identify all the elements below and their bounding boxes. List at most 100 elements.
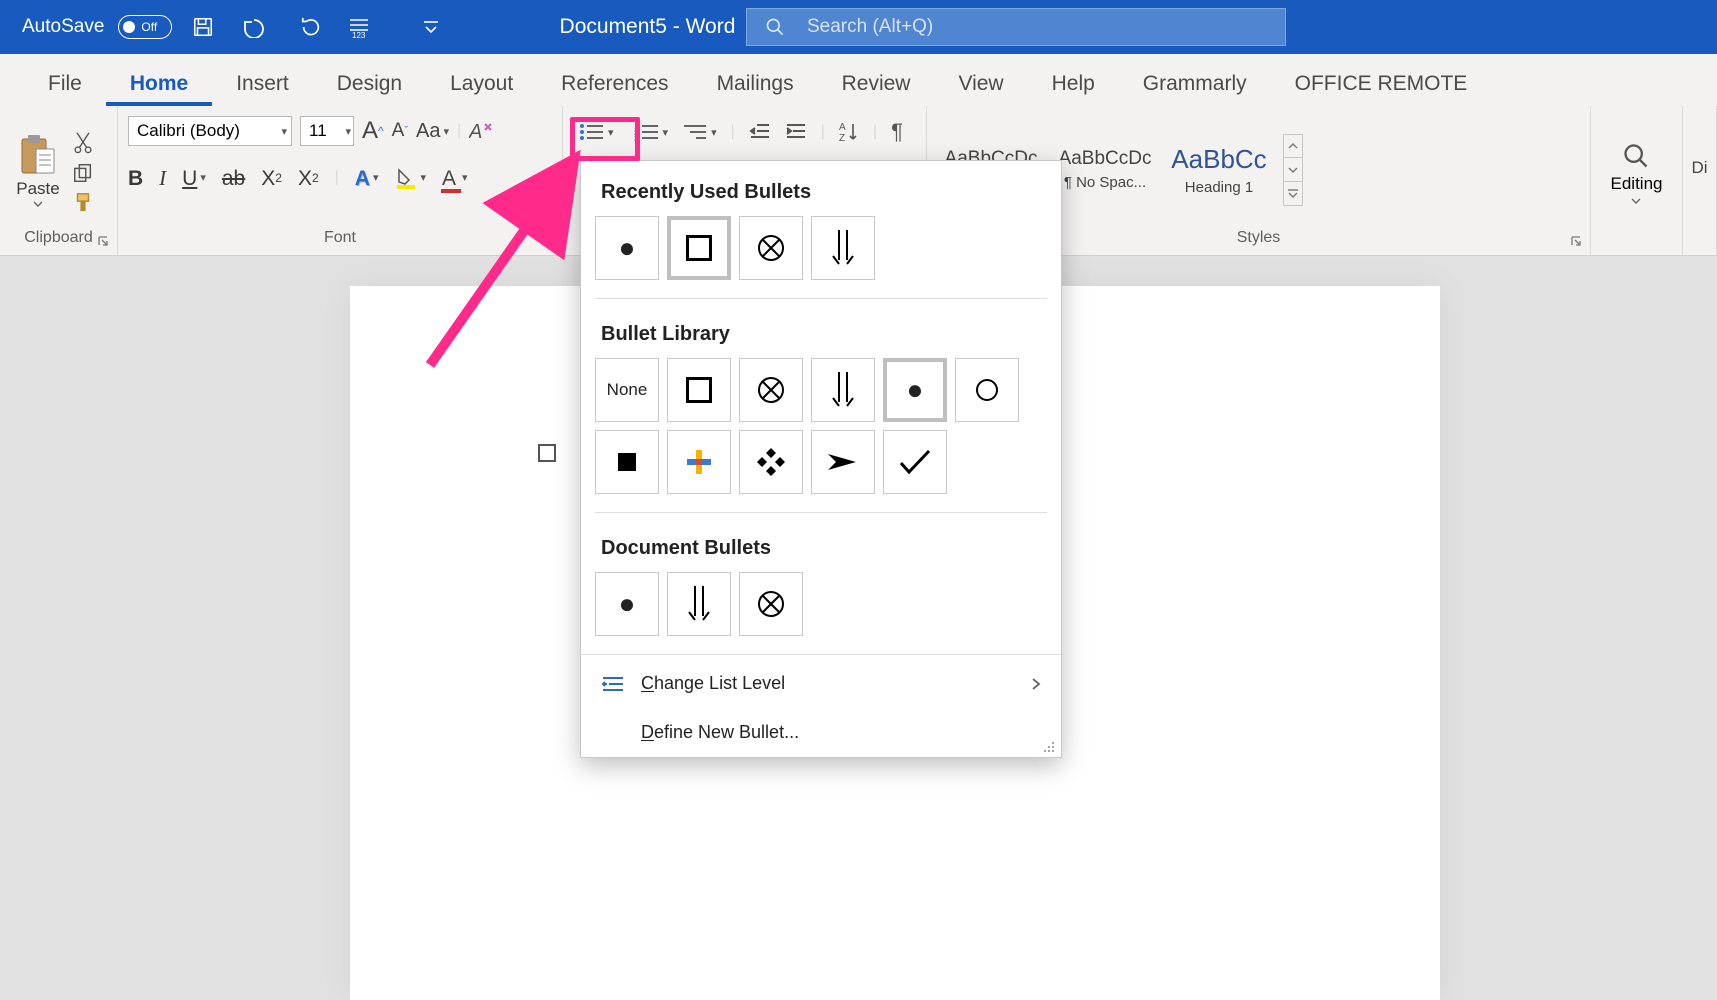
svg-text:3: 3 [634, 136, 638, 142]
svg-text:Z: Z [839, 133, 845, 143]
bullet-down-arrows[interactable] [667, 572, 731, 636]
tab-office-remote[interactable]: OFFICE REMOTE [1271, 62, 1492, 106]
bullet-four-diamonds[interactable] [739, 430, 803, 494]
font-name-select[interactable]: Calibri (Body) ▾ [128, 116, 292, 146]
redo-icon[interactable] [300, 16, 322, 38]
shrink-font-button[interactable]: Aˇ [392, 120, 408, 142]
format-painter-icon[interactable] [72, 191, 94, 215]
define-new-bullet-menu[interactable]: Define New Bullet... [581, 708, 1061, 757]
autosave-label: AutoSave [22, 16, 104, 38]
qat-customize-icon[interactable] [420, 16, 442, 38]
bullet-filled-circle[interactable]: ● [883, 358, 947, 422]
tab-insert[interactable]: Insert [212, 62, 313, 106]
style-no-spacing[interactable]: AaBbCcDc ¶ No Spac... [1051, 134, 1159, 206]
bullet-filled-circle[interactable]: ● [595, 216, 659, 280]
numbering-button[interactable]: 123 ▾ [634, 122, 669, 142]
style-heading-1[interactable]: AaBbCc Heading 1 [1165, 134, 1273, 206]
grow-font-button[interactable]: A^ [362, 117, 384, 145]
editing-group: Editing [1591, 106, 1683, 255]
bullet-hollow-square[interactable] [667, 216, 731, 280]
text-effects-button[interactable]: A▾ [355, 168, 379, 189]
tab-view[interactable]: View [934, 62, 1027, 106]
bullet-library-header: Bullet Library [581, 303, 1061, 358]
resize-grip-icon[interactable] [1043, 741, 1055, 753]
search-icon [1622, 142, 1650, 170]
bullet-down-arrows[interactable] [811, 358, 875, 422]
truncated-group: Di [1683, 106, 1717, 255]
subscript-button[interactable]: X2 [261, 168, 282, 189]
underline-button[interactable]: U▾ [182, 168, 206, 189]
font-group: Calibri (Body) ▾ 11 ▾ A^ Aˇ Aa▾ | A B I … [118, 106, 563, 255]
dialog-launcher-icon[interactable] [1570, 235, 1584, 249]
tab-mailings[interactable]: Mailings [693, 62, 818, 106]
quick-access-toolbar: 123 [192, 16, 442, 38]
bullets-dropdown-panel: Recently Used Bullets ● Bullet Library N… [580, 160, 1062, 758]
bullet-color-plus[interactable] [667, 430, 731, 494]
bullet-arrowhead[interactable] [811, 430, 875, 494]
autonum-icon[interactable]: 123 [348, 16, 376, 38]
save-icon[interactable] [192, 16, 214, 38]
clipboard-group-label: Clipboard [24, 229, 92, 247]
bullet-hollow-square[interactable] [667, 358, 731, 422]
undo-icon[interactable] [240, 16, 274, 38]
font-size-select[interactable]: 11 ▾ [300, 116, 354, 146]
bullets-button[interactable]: ▾ [573, 118, 620, 146]
tab-review[interactable]: Review [818, 62, 935, 106]
increase-indent-button[interactable] [785, 122, 807, 142]
list-level-icon [601, 675, 625, 693]
sort-button[interactable]: AZ [839, 121, 859, 143]
bullet-none[interactable]: None [595, 358, 659, 422]
tab-help[interactable]: Help [1028, 62, 1119, 106]
multilevel-list-button[interactable]: ▾ [682, 122, 717, 142]
tab-references[interactable]: References [537, 62, 692, 106]
document-title: Document5 - Word [560, 15, 736, 39]
superscript-button[interactable]: X2 [298, 168, 319, 189]
bullet-circle-x[interactable] [739, 216, 803, 280]
truncated-group-label[interactable]: Di [1691, 158, 1707, 178]
change-list-level-menu[interactable]: Change List Level [581, 659, 1061, 708]
autosave-toggle[interactable]: Off [118, 15, 172, 39]
change-case-button[interactable]: Aa▾ [416, 120, 449, 143]
highlight-button[interactable]: ▾ [395, 166, 427, 190]
ribbon-tabs: File Home Insert Design Layout Reference… [0, 54, 1717, 106]
title-bar: AutoSave Off 123 Document5 - Word Search… [0, 0, 1717, 54]
italic-button[interactable]: I [159, 168, 166, 189]
bullet-hollow-circle[interactable] [955, 358, 1019, 422]
bullet-circle-x[interactable] [739, 572, 803, 636]
decrease-indent-button[interactable] [749, 122, 771, 142]
show-marks-button[interactable]: ¶ [891, 119, 903, 145]
dialog-launcher-icon[interactable] [542, 235, 556, 249]
tab-layout[interactable]: Layout [426, 62, 537, 106]
bullet-down-arrows[interactable] [811, 216, 875, 280]
clipboard-group: Paste Clipboard [0, 106, 118, 255]
tab-grammarly[interactable]: Grammarly [1119, 62, 1271, 106]
search-icon [765, 17, 785, 37]
chevron-down-icon[interactable] [1284, 158, 1302, 182]
tab-home[interactable]: Home [106, 62, 212, 106]
dialog-launcher-icon[interactable] [97, 235, 111, 249]
bold-button[interactable]: B [128, 168, 143, 189]
bullet-filled-circle[interactable]: ● [595, 572, 659, 636]
styles-expand-icon[interactable] [1284, 182, 1302, 205]
styles-group-label: Styles [1237, 229, 1281, 247]
cut-icon[interactable] [72, 131, 94, 155]
strikethrough-button[interactable]: ab [222, 168, 245, 189]
styles-scroll[interactable] [1283, 134, 1303, 206]
editing-button[interactable]: Editing [1611, 136, 1663, 204]
tab-design[interactable]: Design [313, 62, 426, 106]
clipboard-icon [18, 133, 58, 177]
svg-text:A: A [839, 122, 846, 133]
font-color-button[interactable]: A▾ [442, 168, 468, 189]
chevron-down-icon: ▾ [345, 125, 351, 138]
chevron-up-icon[interactable] [1284, 135, 1302, 159]
tab-file[interactable]: File [24, 62, 106, 106]
clear-formatting-button[interactable]: A [469, 118, 495, 144]
chevron-down-icon [1631, 198, 1641, 204]
copy-icon[interactable] [72, 161, 94, 185]
bullet-circle-x[interactable] [739, 358, 803, 422]
paste-button[interactable]: Paste [10, 133, 66, 207]
search-input[interactable]: Search (Alt+Q) [746, 8, 1286, 46]
font-group-label: Font [324, 229, 356, 247]
bullet-filled-square[interactable] [595, 430, 659, 494]
bullet-checkmark[interactable] [883, 430, 947, 494]
